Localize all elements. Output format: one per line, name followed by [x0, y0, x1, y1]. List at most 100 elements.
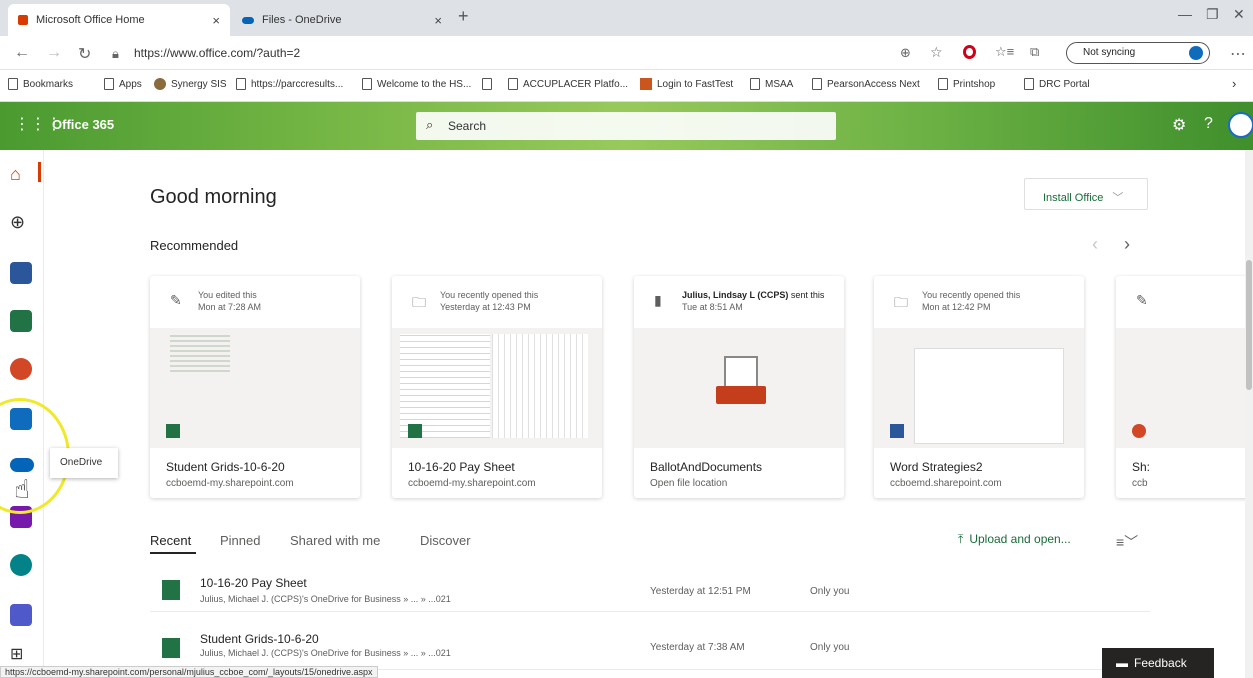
file-sharing: Only you: [810, 586, 850, 597]
feedback-icon: ▬: [1116, 656, 1128, 670]
recommended-card[interactable]: ✎ You edited this Mon at 7:28 AM Student…: [150, 276, 360, 498]
bookmark-item[interactable]: Bookmarks: [8, 78, 73, 90]
tab-pinned[interactable]: Pinned: [220, 533, 260, 548]
create-icon[interactable]: ⊕: [10, 212, 25, 233]
file-time: Yesterday at 12:51 PM: [650, 586, 751, 597]
tab-title: Microsoft Office Home: [36, 14, 145, 26]
bookmark-item[interactable]: https://parccresults...: [236, 78, 343, 90]
recommended-card[interactable]: ✎ Sh: ccb: [1116, 276, 1253, 498]
minimize-icon[interactable]: —: [1178, 6, 1192, 22]
bookmark-page-icon: [482, 78, 492, 90]
excel-file-icon: [162, 580, 180, 600]
search-icon: ⌕: [426, 117, 434, 132]
feedback-button[interactable]: ▬ Feedback: [1102, 648, 1214, 678]
tab-shared-with-me[interactable]: Shared with me: [290, 533, 380, 548]
file-name: 10-16-20 Pay Sheet: [200, 576, 307, 590]
carousel-next-icon[interactable]: ›: [1124, 234, 1130, 255]
file-path: Julius, Michael J. (CCPS)'s OneDrive for…: [200, 648, 451, 658]
table-row[interactable]: Student Grids-10-6-20 Julius, Michael J.…: [150, 624, 1150, 670]
open-folder-icon: 🗀: [412, 294, 426, 310]
edit-pencil-icon: ✎: [170, 292, 182, 308]
tab-onedrive-files[interactable]: Files - OneDrive ×: [232, 4, 452, 36]
opera-icon[interactable]: [963, 45, 976, 59]
bookmark-page-icon: [938, 78, 948, 90]
sync-status-button[interactable]: Not syncing: [1066, 42, 1210, 64]
favorites-list-icon[interactable]: ☆≡: [995, 44, 1014, 60]
bookmark-item[interactable]: Printshop: [938, 78, 995, 90]
file-thumbnail: [392, 328, 602, 448]
forward-icon[interactable]: →: [46, 44, 62, 62]
excel-file-icon: [162, 638, 180, 658]
bookmark-item[interactable]: PearsonAccess Next: [812, 78, 920, 90]
tab-office-home[interactable]: Microsoft Office Home ×: [8, 4, 230, 36]
hand-cursor-icon: ☝: [14, 474, 30, 504]
bookmark-item[interactable]: Welcome to the HS...: [362, 78, 471, 90]
edit-pencil-icon: ✎: [1136, 292, 1148, 308]
bookmark-page-icon: [508, 78, 518, 90]
more-menu-icon[interactable]: ⋯: [1230, 44, 1246, 64]
file-thumbnail: [150, 328, 360, 448]
back-icon[interactable]: ←: [14, 44, 30, 62]
bookmark-item[interactable]: DRC Portal: [1024, 78, 1090, 90]
office-suite-header: ⋮⋮⋮ Office 365 ⌕ Search ⚙ ?: [0, 102, 1253, 150]
sort-filter-icon[interactable]: ≡﹀: [1116, 532, 1138, 552]
bookmark-item[interactable]: Synergy SIS: [154, 78, 227, 90]
file-thumbnail: [874, 328, 1084, 448]
powerpoint-icon[interactable]: [10, 358, 32, 380]
teams-icon[interactable]: [10, 604, 32, 626]
close-window-icon[interactable]: ✕: [1233, 6, 1245, 23]
recommended-card[interactable]: 🗀 You recently opened this Mon at 12:42 …: [874, 276, 1084, 498]
tab-discover[interactable]: Discover: [420, 533, 471, 548]
tab-title: Files - OneDrive: [262, 14, 342, 26]
file-name: Student Grids-10-6-20: [200, 632, 319, 646]
onedrive-favicon-icon: [242, 16, 254, 24]
restore-icon[interactable]: ❐: [1206, 6, 1219, 23]
home-icon[interactable]: ⌂: [10, 164, 21, 185]
upload-and-open-button[interactable]: ⤒ Upload and open...: [958, 532, 1071, 547]
bookmark-item[interactable]: Apps: [104, 78, 142, 90]
bookmark-page-icon: [1024, 78, 1034, 90]
word-icon[interactable]: [10, 262, 32, 284]
carousel-prev-icon[interactable]: ‹: [1092, 234, 1098, 255]
install-office-button[interactable]: Install Office ﹀: [1024, 178, 1148, 210]
url-field[interactable]: https://www.office.com/?auth=2: [134, 46, 300, 60]
file-path: Julius, Michael J. (CCPS)'s OneDrive for…: [200, 594, 451, 604]
refresh-icon[interactable]: ↻: [78, 44, 91, 64]
bookmark-item[interactable]: [482, 78, 497, 90]
bookmark-item[interactable]: Login to FastTest: [640, 78, 733, 90]
bookmark-item[interactable]: ACCUPLACER Platfo...: [508, 78, 628, 90]
bookmark-page-icon: [362, 78, 372, 90]
sharepoint-icon[interactable]: [10, 554, 32, 576]
office-app-name[interactable]: Office 365: [52, 117, 114, 132]
recommended-card[interactable]: ▮ Julius, Lindsay L (CCPS) sent this Tue…: [634, 276, 844, 498]
bookmark-item[interactable]: MSAA: [750, 78, 793, 90]
page-scrollbar[interactable]: [1245, 150, 1253, 678]
presentation-overlay-icon: [716, 386, 766, 404]
search-box[interactable]: ⌕ Search: [416, 112, 836, 140]
bookmarks-overflow-icon[interactable]: ›: [1232, 76, 1236, 91]
excel-icon[interactable]: [10, 310, 32, 332]
close-tab-icon[interactable]: ×: [434, 13, 442, 28]
profile-avatar-icon: [1189, 46, 1203, 60]
file-thumbnail: [1116, 328, 1253, 448]
help-icon[interactable]: ?: [1204, 115, 1213, 133]
site-info-icon[interactable]: ⊕: [900, 45, 911, 61]
recommended-card[interactable]: 🗀 You recently opened this Yesterday at …: [392, 276, 602, 498]
attachment-icon: ▮: [654, 292, 662, 308]
powerpoint-icon: [1132, 424, 1146, 438]
excel-icon: [166, 424, 180, 438]
office-favicon-icon: [18, 15, 28, 25]
account-avatar[interactable]: [1228, 112, 1253, 138]
new-tab-button[interactable]: +: [458, 6, 469, 27]
favorite-star-icon[interactable]: ☆: [930, 44, 943, 61]
close-tab-icon[interactable]: ×: [212, 13, 220, 28]
settings-gear-icon[interactable]: ⚙: [1172, 115, 1186, 135]
synergy-icon: [154, 78, 166, 90]
scrollbar-thumb[interactable]: [1246, 260, 1252, 390]
collections-icon[interactable]: ⧉: [1030, 44, 1039, 60]
browser-tab-bar: Microsoft Office Home × Files - OneDrive…: [0, 0, 1253, 36]
tab-recent[interactable]: Recent: [150, 533, 191, 548]
sync-label: Not syncing: [1083, 47, 1136, 58]
table-row[interactable]: 10-16-20 Pay Sheet Julius, Michael J. (C…: [150, 566, 1150, 612]
all-apps-icon[interactable]: ⊞: [10, 644, 23, 664]
